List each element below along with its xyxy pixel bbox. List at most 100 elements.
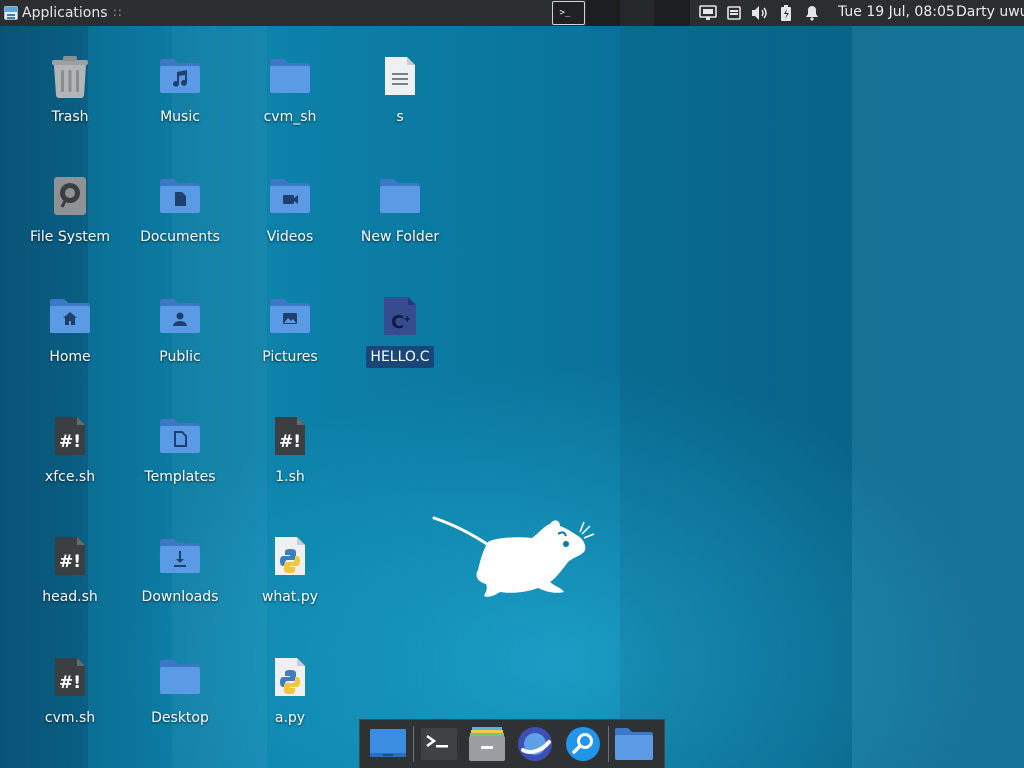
svg-text:#!: #! — [59, 432, 81, 452]
battery-icon[interactable] — [776, 3, 796, 23]
shell-script-icon: #! — [48, 653, 92, 701]
desktop-icon-label: Videos — [266, 229, 314, 245]
dock-file-manager[interactable] — [463, 720, 511, 768]
downloads-folder-icon — [158, 532, 202, 580]
system-tray — [698, 0, 822, 26]
clipboard-icon[interactable] — [724, 3, 744, 23]
desktop-icon-a-py[interactable]: a.py — [235, 651, 345, 761]
desktop-icon-label: head.sh — [42, 589, 98, 605]
public-folder-icon — [158, 292, 202, 340]
desktop-icon-s[interactable]: s — [345, 50, 455, 160]
desktop-icon-label: HELLO.C — [366, 346, 434, 368]
terminal-icon — [421, 728, 457, 760]
svg-text:#!: #! — [59, 673, 81, 693]
desktop-icon-trash[interactable]: Trash — [15, 50, 125, 160]
folder-icon — [158, 653, 202, 701]
dock-separator — [608, 726, 609, 762]
desktop-icon-label: s — [396, 109, 404, 125]
c-source-file-icon: C + — [378, 292, 422, 340]
documents-folder-icon — [158, 172, 202, 220]
desktop-icon-label: xfce.sh — [44, 469, 96, 485]
desktop-icon-head-sh[interactable]: #! head.sh — [15, 530, 125, 640]
desktop-icon-label: 1.sh — [275, 469, 305, 485]
desktop-icon-new-folder[interactable]: New Folder — [345, 170, 455, 280]
shell-script-icon: #! — [268, 412, 312, 460]
folder-icon — [268, 52, 312, 100]
desktop-icon-music[interactable]: Music — [125, 50, 235, 160]
python-file-icon — [268, 653, 312, 701]
desktop-icon-videos[interactable]: Videos — [235, 170, 345, 280]
dock-app-finder[interactable] — [559, 720, 607, 768]
desktop-icon-templates[interactable]: Templates — [125, 410, 235, 520]
videos-folder-icon — [268, 172, 312, 220]
applications-menu-icon — [4, 6, 18, 20]
desktop-icon-desktop[interactable]: Desktop — [125, 651, 235, 761]
terminal-icon: >_ — [559, 8, 571, 18]
desktop-icon-label: Pictures — [262, 349, 318, 365]
home-folder-icon — [48, 292, 92, 340]
trash-icon — [48, 52, 92, 100]
panel-clock[interactable]: Tue 19 Jul, 08:05 — [838, 0, 955, 26]
desktop-icon-what-py[interactable]: what.py — [235, 530, 345, 640]
desktop-icon-file-system[interactable]: File System — [15, 170, 125, 280]
music-folder-icon — [158, 52, 202, 100]
dock-terminal[interactable] — [415, 720, 463, 768]
desktop-icon-label: Public — [159, 349, 201, 365]
svg-text:#!: #! — [279, 432, 301, 452]
desktop-icon-home[interactable]: Home — [15, 290, 125, 400]
desktop-icon-label: cvm.sh — [44, 710, 96, 726]
desktop-icon-label: Desktop — [151, 710, 209, 726]
templates-folder-icon — [158, 412, 202, 460]
folder-icon — [615, 728, 653, 760]
desktop-icon-label: File System — [29, 229, 111, 245]
desktop-icon-label: Trash — [51, 109, 89, 125]
panel-empty-area — [586, 0, 690, 26]
desktop-icon-label: Downloads — [141, 589, 219, 605]
panel-user-name[interactable]: Darty uwu — [956, 0, 1024, 26]
panel-separator-handle[interactable]: ∷ — [114, 6, 122, 20]
shell-script-icon: #! — [48, 532, 92, 580]
dock-separator — [413, 726, 414, 762]
show-desktop-icon — [370, 729, 406, 757]
top-panel: Applications ∷ >_ Tue 19 Jul, 08:05 Dart… — [0, 0, 1024, 26]
shell-script-icon: #! — [48, 412, 92, 460]
file-manager-icon — [469, 727, 505, 761]
desktop-icon-label: Templates — [144, 469, 216, 485]
svg-text:#!: #! — [59, 552, 81, 572]
desktop-icon-xfce-sh[interactable]: #! xfce.sh — [15, 410, 125, 520]
desktop-icon-label: what.py — [261, 589, 318, 605]
desktop-icon-label: a.py — [274, 710, 306, 726]
taskbar-window-button[interactable]: >_ — [552, 1, 585, 25]
desktop-icon-cvm-sh-script[interactable]: #! cvm.sh — [15, 651, 125, 761]
desktop-icon-cvm-sh[interactable]: cvm_sh — [235, 50, 345, 160]
network-icon[interactable] — [698, 3, 718, 23]
drive-icon — [48, 172, 92, 220]
app-finder-icon — [566, 727, 600, 761]
volume-icon[interactable] — [750, 3, 770, 23]
applications-menu-label: Applications — [22, 5, 108, 21]
desktop-icon-downloads[interactable]: Downloads — [125, 530, 235, 640]
desktop-icon-documents[interactable]: Documents — [125, 170, 235, 280]
desktop-icon-label: New Folder — [360, 229, 440, 245]
notification-bell-icon[interactable] — [802, 3, 822, 23]
desktop-icon-hello-c[interactable]: C + HELLO.C — [345, 290, 455, 400]
dock-show-desktop[interactable] — [364, 720, 412, 768]
pictures-folder-icon — [268, 292, 312, 340]
applications-menu-button[interactable]: Applications ∷ — [0, 0, 125, 26]
desktop-icon-label: Documents — [140, 229, 220, 245]
folder-icon — [378, 172, 422, 220]
svg-text:+: + — [403, 314, 411, 325]
dock-web-browser[interactable] — [511, 720, 559, 768]
desktop-icon-public[interactable]: Public — [125, 290, 235, 400]
web-browser-icon — [518, 727, 552, 761]
dock-folder[interactable] — [610, 720, 658, 768]
desktop-icon-pictures[interactable]: Pictures — [235, 290, 345, 400]
text-file-icon — [378, 52, 422, 100]
desktop-icon-label: cvm_sh — [263, 109, 317, 125]
desktop-icon-label: Music — [160, 109, 200, 125]
desktop-icon-label: Home — [49, 349, 91, 365]
bottom-dock — [359, 719, 665, 768]
desktop-icon-1-sh[interactable]: #! 1.sh — [235, 410, 345, 520]
xfce-mouse-logo-icon — [432, 516, 595, 597]
python-file-icon — [268, 532, 312, 580]
